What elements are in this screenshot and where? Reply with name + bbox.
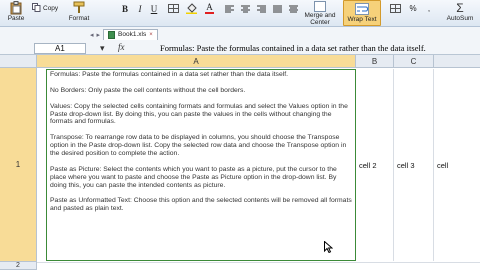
row-header-1[interactable]: 1 bbox=[0, 68, 37, 262]
merge-center-button[interactable]: Merge and Center bbox=[302, 0, 338, 26]
column-header-a[interactable]: A bbox=[37, 55, 356, 68]
tab-book1[interactable]: Book1.xls × bbox=[103, 29, 158, 40]
percent-icon: % bbox=[409, 4, 417, 13]
spreadsheet-grid: A B C 1 2 Formulas: Paste the formulas c… bbox=[0, 55, 480, 270]
close-tab-icon[interactable]: × bbox=[149, 30, 153, 40]
bold-button[interactable]: B bbox=[121, 3, 129, 14]
align-right-icon bbox=[256, 5, 266, 12]
paste-button[interactable]: Paste bbox=[3, 0, 29, 26]
wrap-text-icon bbox=[355, 1, 369, 16]
cell-c1[interactable]: cell 3 bbox=[394, 69, 434, 261]
row-divider bbox=[37, 262, 480, 263]
comma-icon: , bbox=[427, 4, 431, 13]
format-button-2[interactable]: % bbox=[407, 3, 419, 14]
font-color-button[interactable]: A bbox=[205, 3, 214, 14]
mouse-cursor-icon bbox=[324, 240, 334, 256]
cell-d1[interactable]: cell bbox=[434, 69, 480, 261]
cell-text-no-borders: No Borders: Only paste the cell contents… bbox=[50, 86, 246, 94]
align-center-icon bbox=[240, 5, 250, 12]
format-painter-button[interactable]: Format bbox=[64, 0, 94, 26]
justify-button[interactable] bbox=[272, 3, 282, 14]
dropdown-arrow-icon[interactable]: ▾ bbox=[100, 43, 105, 54]
fill-color-icon bbox=[185, 3, 197, 14]
tab-next-icon[interactable]: ▸ bbox=[97, 31, 101, 39]
fill-color-button[interactable] bbox=[184, 3, 198, 14]
name-box[interactable]: A1 bbox=[34, 43, 86, 54]
function-icon[interactable]: fx bbox=[118, 42, 125, 52]
align-center-button[interactable] bbox=[240, 3, 250, 14]
ribbon-toolbar: Paste Copy Format B I U A Merge and Cent… bbox=[0, 0, 480, 27]
align-left-button[interactable] bbox=[224, 3, 234, 14]
column-header-c[interactable]: C bbox=[394, 55, 434, 68]
distributed-button[interactable] bbox=[288, 3, 298, 14]
borders-button[interactable] bbox=[166, 3, 180, 14]
cell-text-transpose: Transpose: To rearrange row data to be d… bbox=[50, 134, 347, 158]
tab-prev-icon[interactable]: ◂ bbox=[90, 31, 94, 39]
align-left-icon bbox=[224, 5, 234, 12]
autosum-button[interactable]: Σ AutoSum bbox=[442, 0, 478, 26]
format-button-1[interactable] bbox=[389, 3, 401, 14]
cell-text-formulas: Formulas: Paste the formulas contained i… bbox=[50, 71, 289, 78]
merge-center-icon bbox=[314, 0, 326, 12]
row-header-2[interactable]: 2 bbox=[0, 262, 37, 270]
column-header-d[interactable] bbox=[434, 55, 480, 68]
spreadsheet-file-icon bbox=[108, 31, 116, 39]
format-painter-icon bbox=[73, 0, 85, 15]
document-tabs: ◂ ▸ Book1.xls × bbox=[90, 29, 158, 40]
select-all-corner[interactable] bbox=[0, 55, 37, 68]
cell-a1[interactable]: Formulas: Paste the formulas contained i… bbox=[46, 69, 356, 261]
formula-bar: ◂ ▸ Book1.xls × A1 ▾ fx Formulas: Paste … bbox=[0, 27, 480, 55]
copy-button[interactable]: Copy bbox=[32, 2, 62, 14]
column-header-b[interactable]: B bbox=[356, 55, 394, 68]
paste-icon bbox=[10, 0, 23, 15]
cell-text-unformatted: Paste as Unformatted Text: Choose this o… bbox=[50, 197, 352, 213]
format-button-3[interactable]: , bbox=[423, 3, 435, 14]
italic-button[interactable]: I bbox=[136, 3, 144, 14]
borders-icon bbox=[167, 4, 179, 13]
distributed-icon bbox=[288, 5, 298, 12]
wrap-text-button[interactable]: Wrap Text bbox=[343, 0, 381, 26]
align-right-button[interactable] bbox=[256, 3, 266, 14]
table-icon bbox=[389, 4, 401, 13]
underline-button[interactable]: U bbox=[150, 3, 158, 14]
copy-icon bbox=[32, 0, 41, 17]
cell-b1[interactable]: cell 2 bbox=[356, 69, 394, 261]
cell-text-paste-as-picture: Paste as Picture: Select the contents wh… bbox=[50, 165, 337, 189]
cell-text-values: Values: Copy the selected cells containi… bbox=[50, 102, 348, 126]
autosum-icon: Σ bbox=[456, 0, 464, 15]
formula-input[interactable]: Formulas: Paste the formulas contained i… bbox=[160, 43, 480, 54]
justify-icon bbox=[272, 5, 282, 12]
